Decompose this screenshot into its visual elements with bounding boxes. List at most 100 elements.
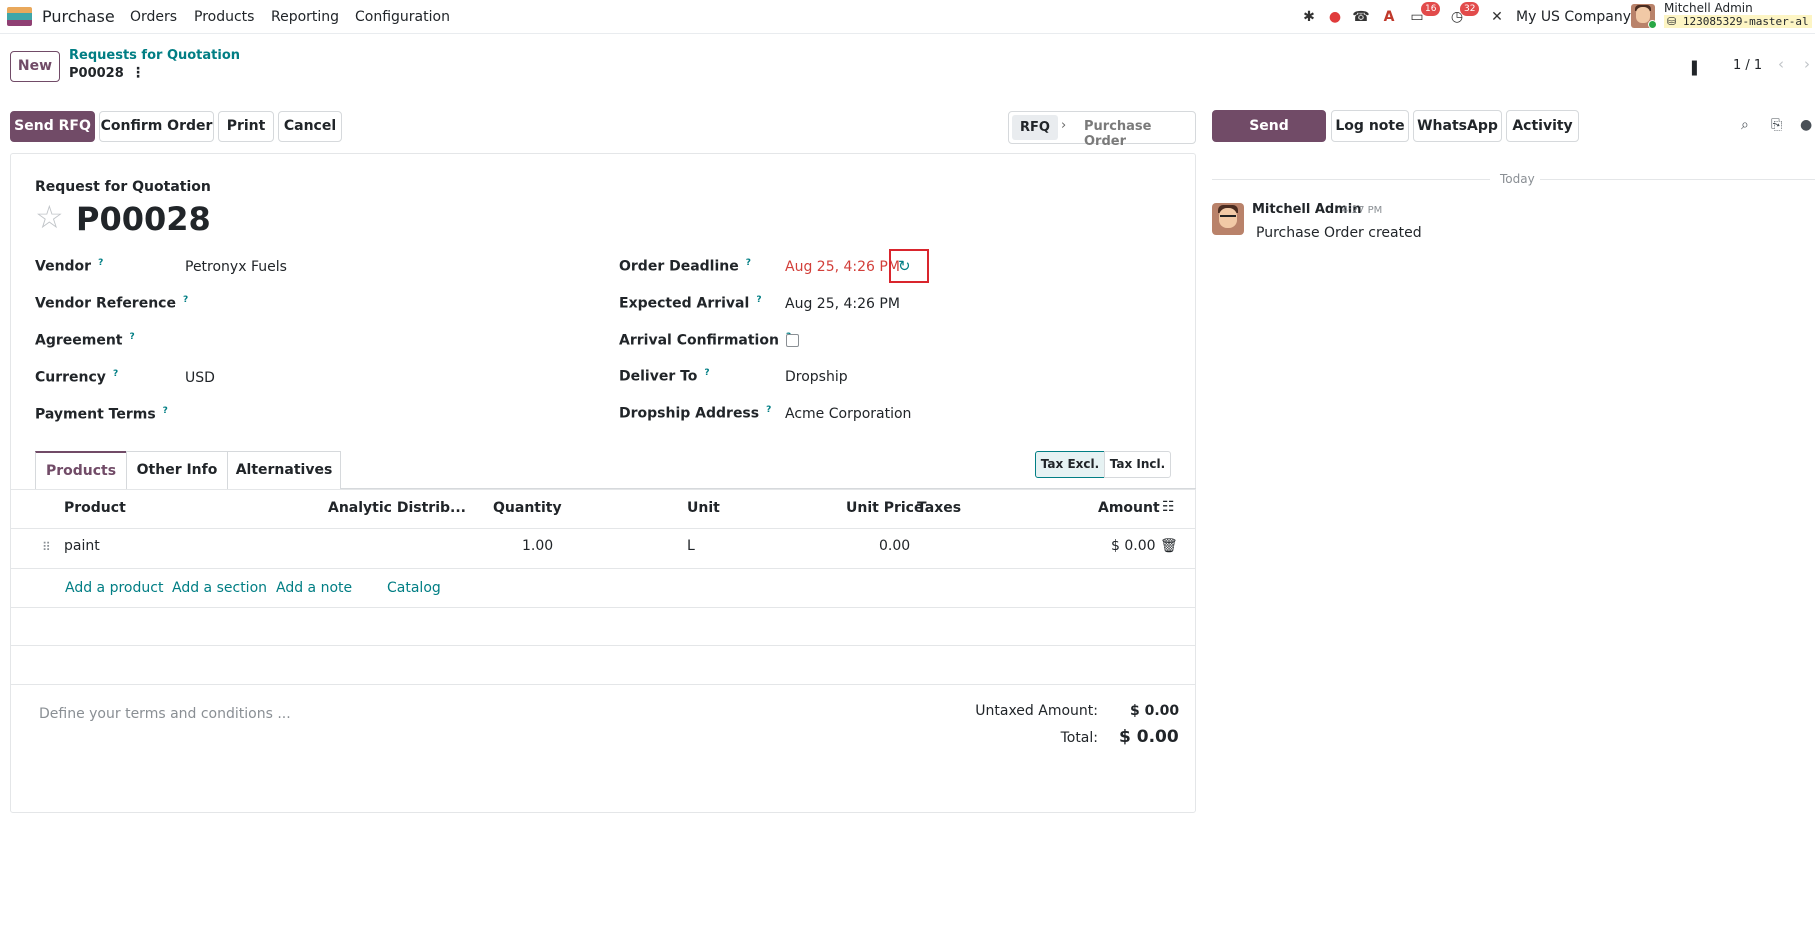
actions-menu-icon[interactable]: ⋮ [131,65,145,81]
record-video-icon[interactable]: ● [1326,8,1344,26]
database-name: ⛁ 123085329-master-al [1664,15,1812,28]
vendor-reference-label: Vendor Reference? [35,295,188,312]
row-unit[interactable]: L [687,538,695,554]
breadcrumb-current: P00028 [69,66,124,81]
page-title: P00028 [76,200,211,238]
catalog-link[interactable]: Catalog [387,580,441,596]
breadcrumb-rfq[interactable]: Requests for Quotation [69,48,240,63]
help-icon[interactable]: ? [704,368,709,378]
send-message-button[interactable]: Send message [1212,110,1326,164]
help-icon[interactable]: ? [113,369,118,379]
menu-configuration[interactable]: Configuration [355,9,450,25]
agreement-field[interactable] [185,333,585,351]
help-icon[interactable]: ? [130,332,135,342]
pager-value[interactable]: 1 / 1 [1733,58,1762,73]
tab-products[interactable]: Products [35,451,127,490]
terms-input[interactable]: Define your terms and conditions ... [39,706,291,722]
payment-terms-label: Payment Terms? [35,406,168,423]
star-icon[interactable]: ☆ [35,200,64,234]
tax-excl-toggle[interactable]: Tax Excl. [1035,451,1105,478]
col-unit[interactable]: Unit [687,500,720,516]
refresh-icon[interactable]: ↻ [898,257,911,275]
deliver-to-field[interactable]: Dropship [785,369,848,385]
row-unit-price[interactable]: 0.00 [879,538,910,554]
cancel-button[interactable]: Cancel [278,111,342,142]
tab-other-info[interactable]: Other Info [126,451,228,489]
col-quantity[interactable]: Quantity [493,500,562,516]
add-product-link[interactable]: Add a product [65,580,163,596]
activity-button[interactable]: Activity [1506,110,1579,142]
currency-label-text: Currency [35,369,106,386]
date-divider-left [1212,179,1490,180]
agreement-label-text: Agreement [35,332,123,349]
search-icon[interactable]: ⌕ [1741,117,1749,133]
menu-orders[interactable]: Orders [130,9,177,25]
drag-handle-icon[interactable]: ⠿ [42,540,51,554]
chevron-right-icon: › [1061,118,1067,133]
add-note-link[interactable]: Add a note [276,580,352,596]
attachment-icon[interactable]: ⎘ [1771,117,1782,133]
vendor-field[interactable]: Petronyx Fuels [185,259,287,275]
form-subtitle: Request for Quotation [35,179,211,195]
table-divider [10,684,1196,685]
new-button[interactable]: New [10,51,60,82]
pager-next-icon[interactable]: › [1804,55,1810,73]
ai-icon[interactable]: A [1380,8,1398,26]
row-product[interactable]: paint [64,538,100,554]
table-divider [10,528,1196,529]
print-button[interactable]: Print [218,111,274,142]
tools-icon[interactable]: ✕ [1488,8,1506,26]
column-settings-icon[interactable]: ☷ [1162,499,1175,515]
currency-field[interactable]: USD [185,370,215,386]
purchase-app-icon[interactable] [7,7,32,26]
menu-reporting[interactable]: Reporting [271,9,339,25]
vendor-reference-field[interactable] [185,296,585,314]
help-icon[interactable]: ? [766,405,771,415]
col-taxes[interactable]: Taxes [917,500,961,516]
arrival-confirmation-label-text: Arrival Confirmation [619,332,779,349]
tax-incl-toggle[interactable]: Tax Incl. [1104,451,1171,478]
tab-alternatives[interactable]: Alternatives [227,451,341,489]
vendor-label: Vendor? [35,258,103,275]
phone-icon[interactable]: ☎ [1352,8,1370,26]
help-icon[interactable]: ? [163,406,168,416]
log-note-button[interactable]: Log note [1331,110,1409,142]
send-rfq-button[interactable]: Send RFQ [10,111,95,142]
followers-icon[interactable]: ● [1800,117,1812,133]
add-section-link[interactable]: Add a section [172,580,267,596]
message-author-avatar[interactable] [1212,203,1244,235]
dropship-address-label-text: Dropship Address [619,405,760,422]
menu-products[interactable]: Products [194,9,254,25]
confirm-order-button[interactable]: Confirm Order [99,111,214,142]
bookmark-icon[interactable]: ❚ [1688,58,1701,76]
message-time: 4:27 PM [1342,205,1383,216]
untaxed-amount-value: $ 0.00 [1130,703,1180,719]
stage-rfq[interactable]: RFQ [1012,115,1058,140]
payment-terms-field[interactable] [185,407,585,425]
debug-bug-icon[interactable]: ✱ [1300,8,1318,26]
help-icon[interactable]: ? [98,258,103,268]
col-analytic[interactable]: Analytic Distrib... [328,500,466,516]
help-icon[interactable]: ? [746,258,751,268]
col-unit-price[interactable]: Unit Price [846,500,923,516]
row-quantity[interactable]: 1.00 [522,538,553,554]
table-divider [10,568,1196,569]
user-name[interactable]: Mitchell Admin [1664,1,1753,15]
col-product[interactable]: Product [64,500,126,516]
table-divider [10,607,1196,608]
table-divider [10,645,1196,646]
whatsapp-button[interactable]: WhatsApp [1413,110,1502,142]
col-amount[interactable]: Amount [1098,500,1160,516]
expected-arrival-field[interactable]: Aug 25, 4:26 PM [785,296,900,312]
arrival-confirmation-checkbox[interactable] [786,334,799,347]
trash-icon[interactable]: 🗑 [1160,538,1178,554]
dropship-address-field[interactable]: Acme Corporation [785,406,911,422]
company-switcher[interactable]: My US Company [1516,9,1631,25]
help-icon[interactable]: ? [756,295,761,305]
order-deadline-label: Order Deadline? [619,258,751,275]
database-label: 123085329-master-al [1682,15,1809,28]
stage-purchase-order[interactable]: Purchase Order [1084,119,1195,149]
pager-prev-icon[interactable]: ‹ [1778,55,1784,73]
order-deadline-field[interactable]: Aug 25, 4:26 PM [785,259,900,275]
app-name[interactable]: Purchase [42,7,115,26]
